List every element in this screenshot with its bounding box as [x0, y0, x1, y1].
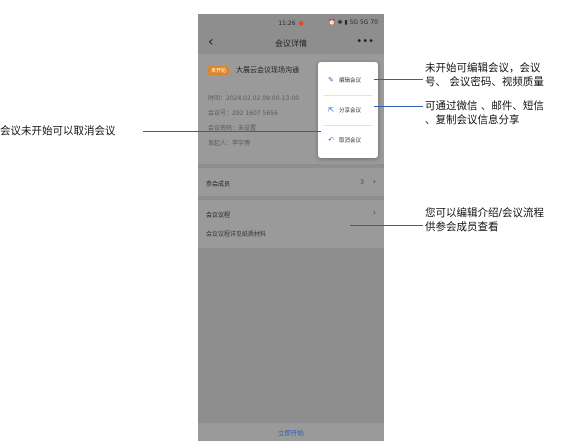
status-bar: 11:26 ● ⏰ ✱ ▮ 5G 5G 70	[198, 14, 384, 32]
leader-line-edit	[374, 79, 423, 80]
more-icon[interactable]: •••	[356, 36, 374, 47]
edit-meeting-menu-item[interactable]: ✎ 编辑会议	[318, 66, 378, 94]
agenda-content: 会议议程详见纸质材料	[206, 231, 267, 238]
participants-count: 3	[360, 179, 364, 186]
status-right: ⏰ ✱ ▮ 5G 5G 70	[328, 19, 378, 26]
participants-row[interactable]: 参会成员 3 ›	[198, 168, 384, 196]
chevron-right-icon: ›	[372, 208, 376, 217]
agenda-row[interactable]: 会议议程 › 会议议程详见纸质材料	[198, 200, 384, 248]
start-now-button[interactable]: 立即开始	[198, 423, 384, 441]
cancel-meeting-menu-item[interactable]: ↶ 取消会议	[318, 126, 378, 154]
annotation-agenda-line1: 您可以编辑介绍/会议流程	[425, 207, 545, 219]
menu-item-label: 分享会议	[339, 108, 362, 114]
leader-line-cancel	[143, 131, 321, 132]
meeting-title: 大展云会议现场沟通	[236, 66, 299, 74]
chevron-right-icon: ›	[372, 177, 376, 186]
status-time: 11:26	[278, 19, 296, 27]
leader-line-agenda	[350, 225, 423, 226]
notification-icons: ●	[298, 19, 304, 27]
agenda-label: 会议议程	[206, 212, 231, 219]
annotation-edit-line1: 未开始可编辑会议，会议	[425, 62, 541, 74]
meeting-number: 会议号：292 1607 5656	[208, 110, 278, 117]
status-badge: 未开始	[208, 66, 230, 75]
leader-line-share	[374, 106, 423, 107]
participants-label: 参会成员	[206, 181, 231, 188]
share-meeting-menu-item[interactable]: ⇱ 分享会议	[318, 96, 378, 124]
annotation-agenda-line2: 供参会成员查看	[425, 221, 499, 233]
more-menu: ✎ 编辑会议 ⇱ 分享会议 ↶ 取消会议	[318, 62, 378, 158]
annotation-share-line2: 、复制会议信息分享	[425, 114, 520, 126]
share-icon: ⇱	[328, 106, 334, 114]
meeting-time: 时间：2024.02.02 09:00-13:00	[208, 95, 300, 102]
meeting-host: 发起人：李宇博	[208, 140, 251, 147]
annotation-share-line1: 可通过微信 、邮件、短信	[425, 100, 544, 112]
app-bar: ‹ 会议详情 •••	[198, 32, 384, 54]
menu-item-label: 取消会议	[339, 138, 362, 144]
annotation-edit-line2: 号、 会议密码、视频质量	[425, 76, 544, 88]
undo-icon: ↶	[328, 136, 334, 144]
phone-screen: 11:26 ● ⏰ ✱ ▮ 5G 5G 70 ‹ 会议详情 ••• 未开始 大展…	[198, 14, 384, 441]
annotation-cancel: 会议未开始可以取消会议	[0, 125, 116, 137]
edit-icon: ✎	[328, 76, 334, 84]
menu-item-label: 编辑会议	[339, 78, 362, 84]
